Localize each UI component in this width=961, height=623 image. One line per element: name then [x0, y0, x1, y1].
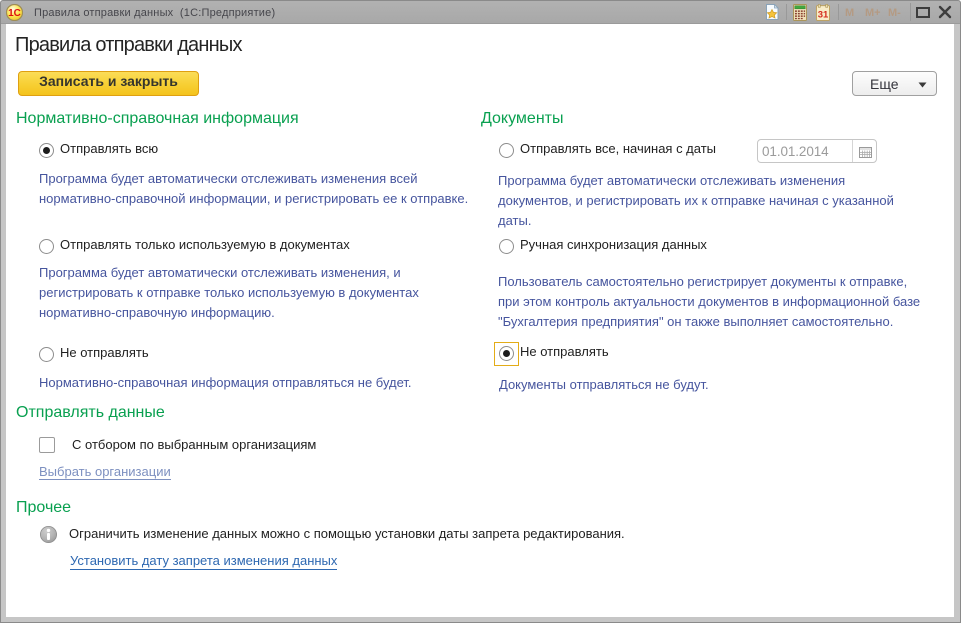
svg-text:31: 31 [818, 10, 829, 21]
svg-text:1C: 1C [8, 8, 21, 19]
